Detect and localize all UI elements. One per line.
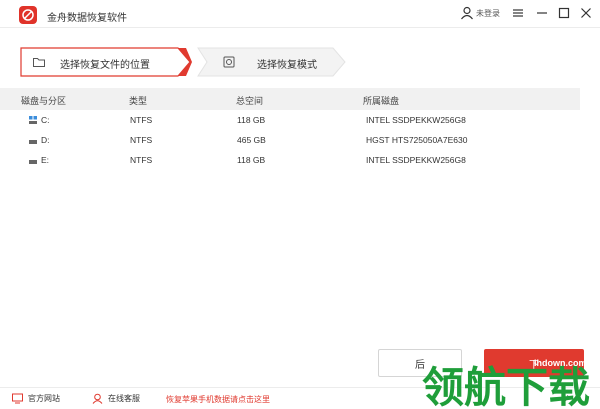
partition-size: 118 GB [237,155,266,165]
column-header-type[interactable]: 类型 [129,94,147,107]
step-label: 选择恢复模式 [257,60,317,71]
drive-icon [29,160,37,164]
partition-type: NTFS [130,155,153,165]
title-bar: 金舟数据恢复软件 未登录 [0,0,600,28]
partition-size: 465 GB [237,135,266,145]
column-header-size[interactable]: 总空间 [236,94,263,107]
disk-mode-icon [223,56,235,68]
partition-disk: INTEL SSDPEKKW256G8 [366,115,466,125]
step-label: 选择恢复文件的位置 [60,60,150,71]
maximize-button[interactable] [557,6,571,20]
column-header-partition[interactable]: 磁盘与分区 [21,94,66,107]
table-row[interactable]: D: NTFS 465 GB HGST HTS725050A7E630 [0,130,580,150]
partition-name: D: [41,135,50,145]
maximize-icon [558,7,570,19]
watermark-url: lhdown.com [534,358,587,368]
step-select-mode[interactable]: 选择恢复模式 [197,47,349,77]
login-status: 未登录 [476,8,500,18]
table-row[interactable]: E: NTFS 118 GB INTEL SSDPEKKW256G8 [0,150,580,170]
step-indicator: 选择恢复文件的位置 选择恢复模式 [20,47,360,77]
menu-icon [513,9,523,17]
official-website-link[interactable]: 官方网站 [12,393,60,404]
table-row[interactable]: C: NTFS 118 GB INTEL SSDPEKKW256G8 [0,110,580,130]
iphone-recovery-link[interactable]: 恢复苹果手机数据请点击这里 [166,394,270,405]
drive-icon [29,140,37,144]
partition-type: NTFS [130,135,153,145]
partition-name: C: [41,115,50,125]
login-button[interactable]: 未登录 [460,5,500,21]
support-agent-icon [92,393,103,404]
partition-disk: HGST HTS725050A7E630 [366,135,468,145]
close-icon [581,8,591,18]
folder-icon [33,58,45,67]
close-button[interactable] [579,6,593,20]
system-drive-icon [29,116,37,124]
watermark-text: 领航下载 [422,363,590,409]
partition-type: NTFS [130,115,153,125]
online-support-link[interactable]: 在线客服 [92,393,140,404]
column-header-disk[interactable]: 所属磁盘 [363,94,399,107]
support-label: 在线客服 [108,394,140,403]
user-icon [461,6,473,20]
partition-table-header: 磁盘与分区 类型 总空间 所属磁盘 [0,88,580,110]
menu-button[interactable] [511,6,525,20]
minimize-button[interactable] [535,6,549,20]
app-logo [19,6,37,24]
partition-size: 118 GB [237,115,266,125]
partition-disk: INTEL SSDPEKKW256G8 [366,155,466,165]
app-title: 金舟数据恢复软件 [47,13,127,24]
partition-name: E: [41,155,50,165]
step-select-location[interactable]: 选择恢复文件的位置 [20,47,192,77]
website-label: 官方网站 [28,394,60,403]
minimize-icon [537,12,547,14]
recovery-logo-icon [22,9,34,21]
monitor-icon [12,393,23,404]
